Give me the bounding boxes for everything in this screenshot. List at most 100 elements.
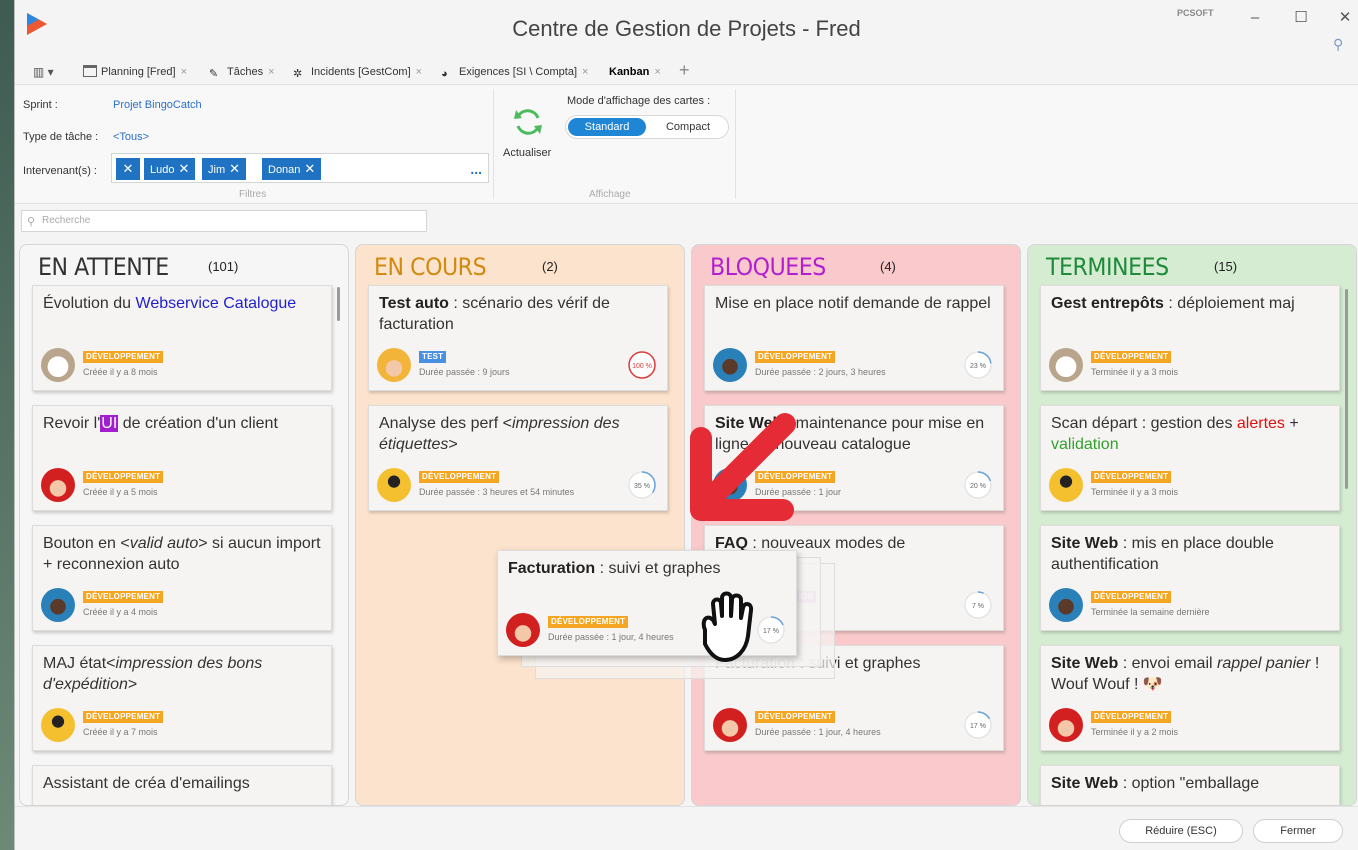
people-chip-donan[interactable]: Donan ✕	[262, 158, 322, 180]
tab-planning[interactable]: Planning [Fred] ×	[83, 63, 187, 81]
mode-compact-option[interactable]: Compact	[650, 118, 726, 136]
task-card[interactable]: Scan départ : gestion des alertes + vali…	[1040, 405, 1340, 511]
tab-close-icon[interactable]: ×	[582, 66, 588, 78]
task-type-value-link[interactable]: <Tous>	[113, 131, 149, 143]
task-card[interactable]: Site Web : mis en place double authentif…	[1040, 525, 1340, 631]
tab-exigences[interactable]: ◕ Exigences [SI \ Compta] ×	[441, 63, 588, 81]
chip-remove-icon[interactable]: ✕	[304, 161, 315, 176]
reduce-button[interactable]: Réduire (ESC)	[1119, 819, 1243, 843]
filters-group-label: Filtres	[239, 189, 267, 200]
tab-menu-button[interactable]: ▥ ▾	[33, 63, 54, 81]
card-meta: Durée passée : 1 jour, 4 heures	[548, 632, 674, 642]
search-icon[interactable]: ⚲	[1333, 36, 1343, 53]
ribbon-divider	[493, 89, 494, 199]
maximize-button[interactable]: ☐	[1287, 8, 1315, 28]
card-title: Facturation : suivi et graphes	[508, 558, 786, 579]
calendar-icon	[83, 65, 97, 77]
task-card[interactable]: Gest entrepôts : déploiement maj DÉVELOPP…	[1040, 285, 1340, 391]
requirement-icon: ◕	[441, 68, 448, 80]
avatar	[1049, 348, 1083, 382]
tab-taches[interactable]: ✎ Tâches ×	[209, 63, 275, 81]
people-chip-ludo[interactable]: Ludo ✕	[144, 158, 196, 180]
task-card[interactable]: Assistant de créa d'emailings	[32, 765, 332, 805]
mode-standard-option[interactable]: Standard	[568, 118, 646, 136]
chip-remove-icon[interactable]: ✕	[229, 161, 240, 176]
title-bar: Centre de Gestion de Projets - Fred PCSO…	[15, 0, 1358, 56]
progress-ring: 17 %	[964, 711, 992, 739]
tab-bar: ▥ ▾ Planning [Fred] × ✎ Tâches × ✲ Incidents…	[15, 60, 1358, 84]
column-count: (4)	[880, 259, 896, 274]
card-meta: Durée passée : 2 jours, 3 heures	[755, 367, 886, 377]
chip-label: Jim	[208, 164, 226, 176]
task-card[interactable]: Site Web : option "emballage	[1040, 765, 1340, 805]
svg-text:7 %: 7 %	[972, 603, 984, 610]
avatar	[713, 708, 747, 742]
category-badge: DÉVELOPPEMENT	[83, 351, 164, 363]
svg-text:23 %: 23 %	[970, 363, 986, 370]
minimize-button[interactable]: –	[1241, 8, 1269, 28]
add-tab-icon[interactable]: +	[679, 60, 690, 81]
chip-remove-icon[interactable]: ✕	[178, 161, 189, 176]
task-card[interactable]: Évolution du Webservice Catalogue DÉVELOP…	[32, 285, 332, 391]
tab-close-icon[interactable]: ×	[181, 66, 187, 78]
task-card[interactable]: Bouton en <valid auto> si aucun import +…	[32, 525, 332, 631]
column-count: (101)	[208, 259, 239, 274]
category-badge: DÉVELOPPEMENT	[419, 471, 500, 483]
category-badge: TEST	[419, 351, 447, 363]
more-people-button[interactable]: ...	[470, 162, 482, 176]
chip-remove-icon[interactable]: ✕	[123, 161, 134, 176]
column-scrollbar[interactable]	[1345, 289, 1348, 489]
tab-incidents[interactable]: ✲ Incidents [GestCom] ×	[293, 63, 422, 81]
window-title: Centre de Gestion de Projets - Fred	[512, 16, 861, 41]
category-badge: DÉVELOPPEMENT	[83, 591, 164, 603]
people-chip-jim[interactable]: Jim ✕	[202, 158, 247, 180]
grab-hand-cursor-icon	[701, 591, 754, 662]
task-card[interactable]: Mise en place notif demande de rappel DÉV…	[704, 285, 1004, 391]
column-count: (2)	[542, 259, 558, 274]
task-card[interactable]: Analyse des perf <impression des étiquet…	[368, 405, 668, 511]
progress-ring: 7 %	[964, 591, 992, 619]
avatar	[377, 468, 411, 502]
category-badge: DÉVELOPPEMENT	[548, 616, 629, 628]
tab-kanban[interactable]: Kanban ×	[609, 63, 661, 81]
task-card[interactable]: Test auto : scénario des vérif de factur…	[368, 285, 668, 391]
column-en-attente: EN ATTENTE (101) Évolution du Webservice C…	[19, 244, 349, 806]
sprint-label: Sprint :	[23, 99, 58, 111]
close-button[interactable]: Fermer	[1253, 819, 1343, 843]
panel-menu-icon: ▥ ▾	[33, 65, 54, 79]
people-filter-field[interactable]: ✕ Ludo ✕ Jim ✕ Donan ✕ ...	[111, 153, 489, 183]
category-badge: DÉVELOPPEMENT	[1091, 351, 1172, 363]
column-count: (15)	[1214, 259, 1238, 274]
avatar	[1049, 588, 1083, 622]
task-card[interactable]: MAJ état<impression des bons d'expéditio…	[32, 645, 332, 751]
tab-close-icon[interactable]: ×	[654, 66, 660, 78]
svg-text:20 %: 20 %	[970, 483, 986, 490]
avatar	[41, 708, 75, 742]
card-mode-toggle[interactable]: Standard Compact	[565, 115, 729, 139]
card-meta: Créée il y a 5 mois	[83, 487, 158, 497]
progress-text: 17 %	[763, 628, 779, 635]
progress-ring: 100 %	[628, 351, 656, 379]
bottom-bar: Réduire (ESC) Fermer	[15, 806, 1358, 850]
search-input[interactable]: ⚲ Recherche	[21, 210, 427, 232]
column-en-cours: EN COURS (2) Test auto : scénario des véri…	[355, 244, 685, 806]
card-title: Site Web : envoi email rappel panier ! W…	[1051, 655, 1320, 693]
people-chip-empty[interactable]: ✕	[116, 158, 140, 180]
close-window-button[interactable]: ✕	[1331, 8, 1358, 28]
card-meta: Terminée la semaine dernière	[1091, 607, 1210, 617]
tab-label: Kanban	[609, 66, 650, 78]
card-title: Site Web : option "emballage	[1051, 775, 1260, 792]
card-meta: Terminée il y a 2 mois	[1091, 727, 1179, 737]
people-label: Intervenant(s) :	[23, 165, 97, 177]
card-title: Bouton en <valid auto> si aucun import +…	[43, 535, 321, 573]
tab-close-icon[interactable]: ×	[268, 66, 274, 78]
task-type-label: Type de tâche :	[23, 131, 99, 143]
column-scrollbar[interactable]	[337, 287, 340, 321]
task-card[interactable]: Revoir l'UI de création d'un client DÉVEL…	[32, 405, 332, 511]
sprint-value-link[interactable]: Projet BingoCatch	[113, 99, 202, 111]
refresh-icon[interactable]	[511, 105, 545, 139]
refresh-label[interactable]: Actualiser	[503, 147, 551, 159]
card-meta: Durée passée : 1 jour, 4 heures	[755, 727, 881, 737]
tab-close-icon[interactable]: ×	[416, 66, 422, 78]
task-card[interactable]: Site Web : envoi email rappel panier ! W…	[1040, 645, 1340, 751]
